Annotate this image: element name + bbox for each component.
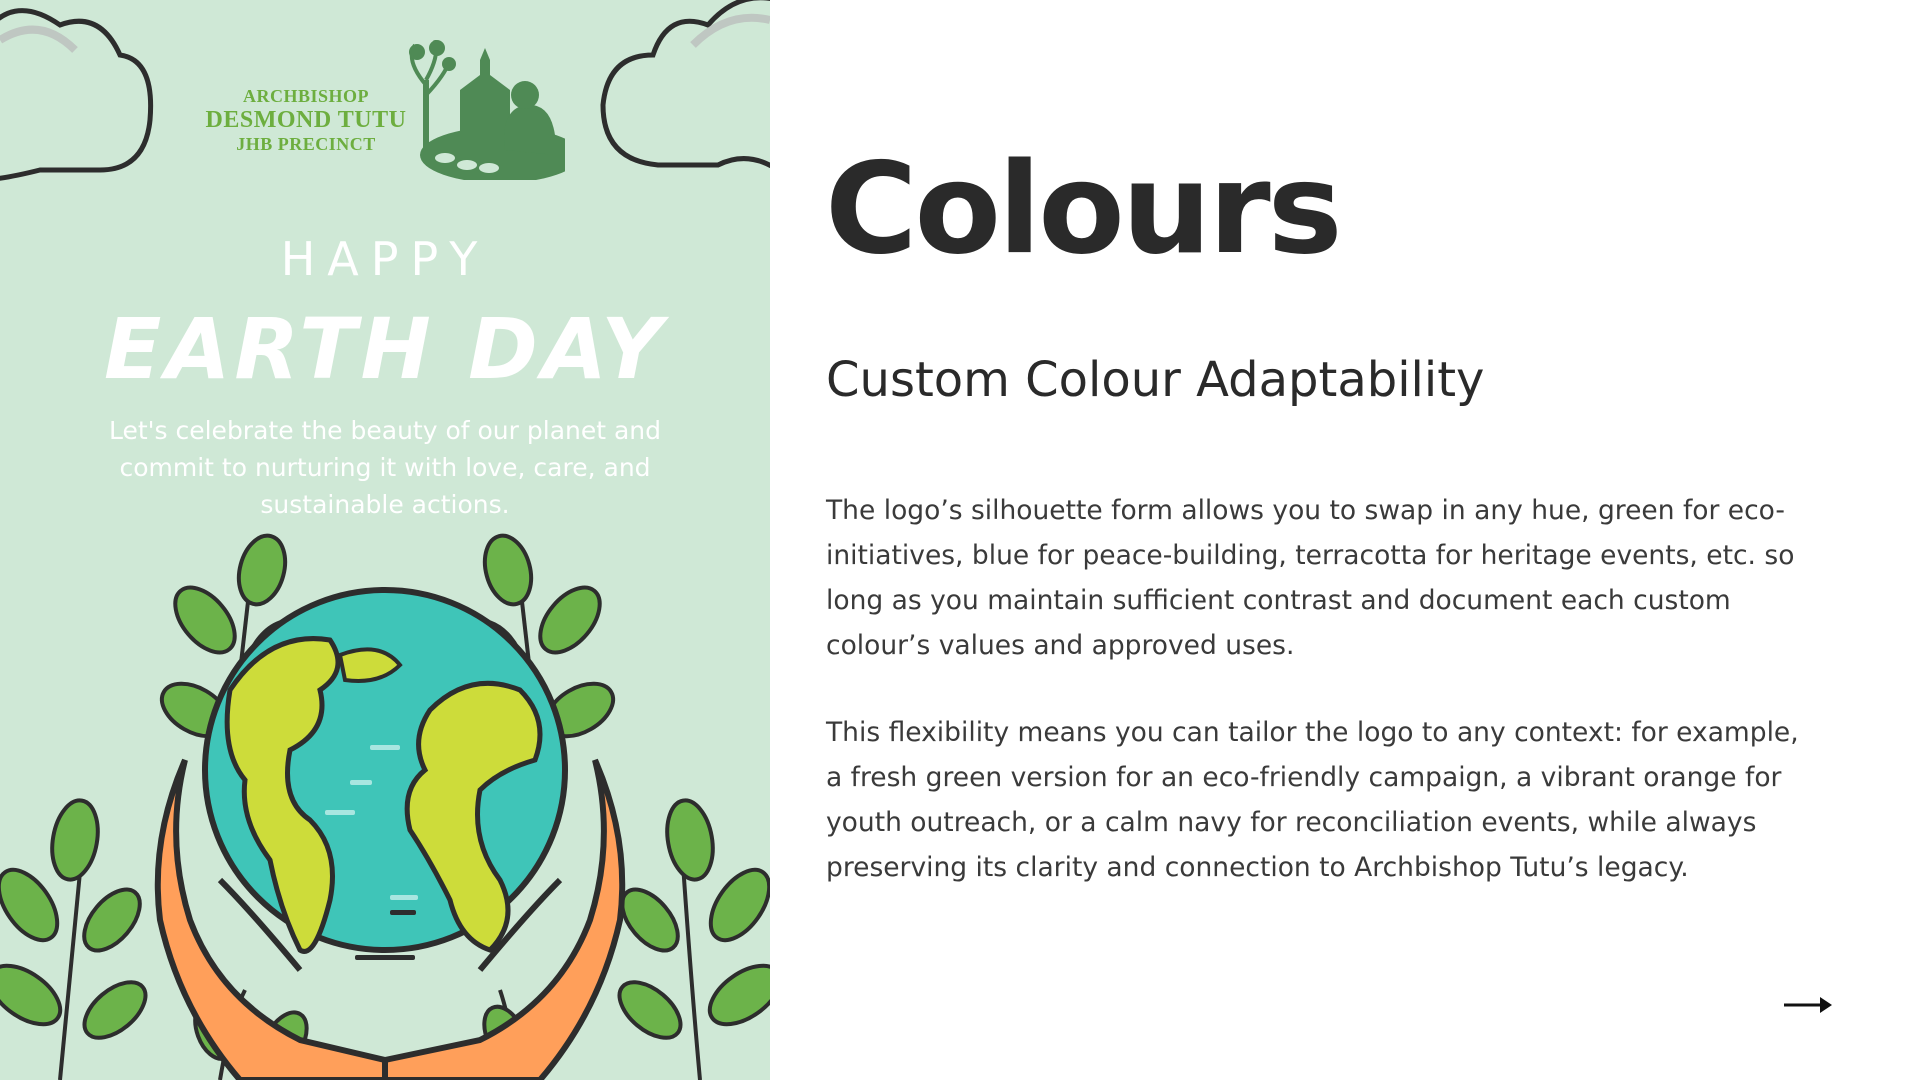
cloud-left-icon — [0, 8, 154, 181]
logo-line-archbishop: ARCHBISHOP — [242, 86, 370, 106]
globe-icon — [202, 587, 568, 960]
happy-label: HAPPY — [280, 232, 490, 286]
next-slide-button[interactable] — [1782, 994, 1834, 1016]
tutu-precinct-logo-text: ARCHBISHOP DESMOND TUTU JHB PRECINCT — [195, 86, 417, 155]
section-subtitle: Custom Colour Adaptability — [826, 352, 1485, 408]
body-paragraph-2: This flexibility means you can tailor th… — [826, 717, 1799, 883]
earth-day-title: EARTH DAY — [103, 300, 667, 398]
cloud-right-icon — [600, 0, 770, 169]
arrow-right-icon[interactable] — [1782, 994, 1834, 1016]
logo-line-name: DESMOND TUTU — [205, 106, 407, 133]
earth-in-hands-illustration — [0, 533, 770, 1080]
logo-line-precinct: JHB PRECINCT — [236, 134, 376, 155]
page-title: Colours — [825, 135, 1343, 282]
tutu-precinct-logo-icon — [409, 40, 565, 180]
earth-day-poster: ARCHBISHOP DESMOND TUTU JHB PRECINCT HAP… — [0, 0, 770, 1080]
body-paragraph-1: The logo’s silhouette form allows you to… — [826, 495, 1795, 661]
poster-message: Let's celebrate the beauty of our planet… — [108, 416, 662, 519]
